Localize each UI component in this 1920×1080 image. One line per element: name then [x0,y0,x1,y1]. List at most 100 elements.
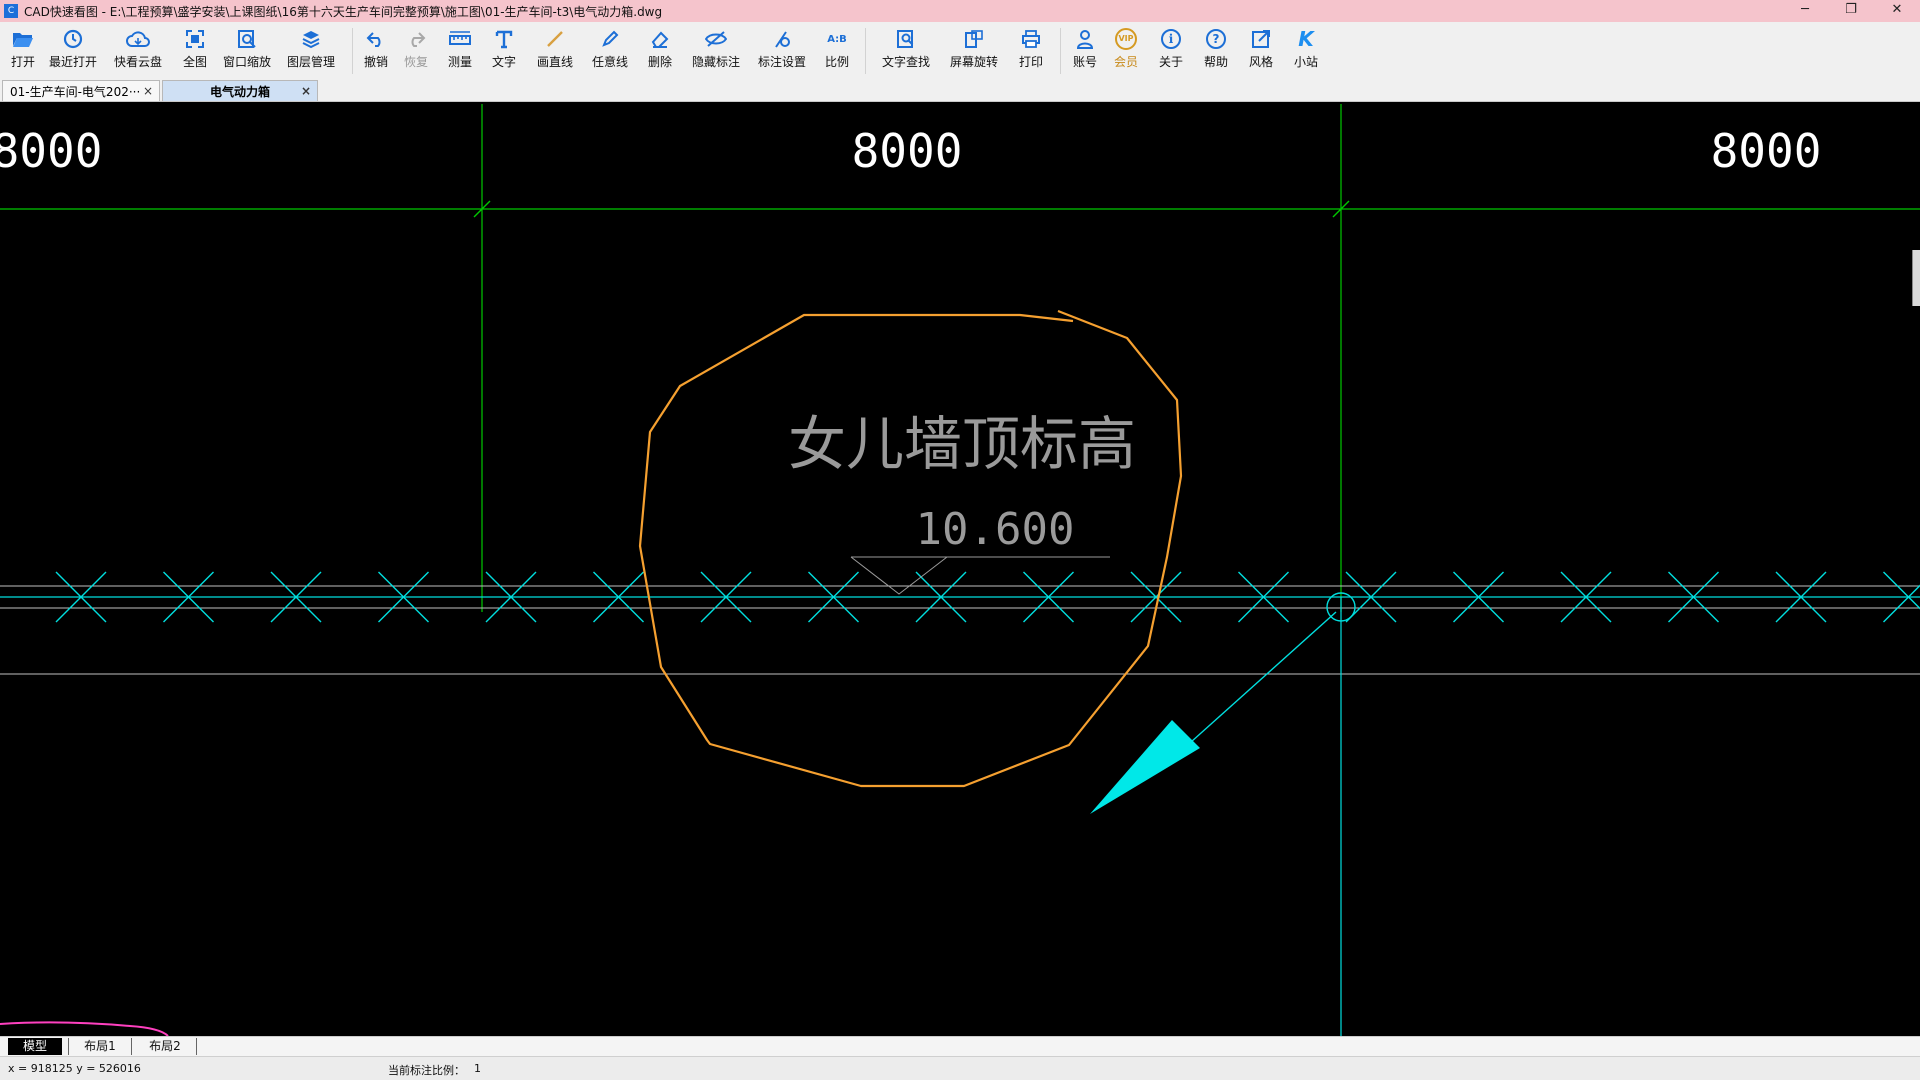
layers-icon [299,27,323,51]
eye-hide-icon [704,27,728,51]
annotation-text: 女儿墙顶标高 [788,410,1136,478]
layers-button[interactable]: 图层管理 [276,25,346,77]
rotate-screen-button[interactable]: 屏幕旋转 [940,25,1008,77]
minimize-button[interactable]: ─ [1782,0,1828,22]
text-icon [492,27,516,51]
about-button[interactable]: i 关于 [1149,25,1193,77]
hide-annotation-label: 隐藏标注 [691,55,740,69]
text-search-button[interactable]: 文字查找 [872,25,940,77]
layers-label: 图层管理 [286,55,335,69]
fit-all-label: 全图 [182,55,207,69]
annotation-scale-label: 当前标注比例： [388,1064,465,1077]
cloud-label: 快看云盘 [113,55,162,69]
annotation-scale-value: 1 [474,1062,481,1075]
toolbar-separator [865,28,866,74]
dimension-label: 8000 [1711,124,1822,178]
elevation-value: 10.600 [916,504,1075,555]
account-button[interactable]: 账号 [1067,25,1103,77]
zoom-window-button[interactable]: 窗口缩放 [218,25,276,77]
scale-button[interactable]: A:B 比例 [815,25,859,77]
drawing-svg: 8000 8000 8000 女儿墙顶标高 10.600 [0,104,1920,1036]
revision-cloud [638,309,1183,788]
help-label: 帮助 [1203,55,1228,69]
window-controls: ─ ❐ ✕ [1782,0,1920,22]
style-icon [1249,27,1273,51]
toolbar-separator [352,28,353,74]
redo-button[interactable]: 恢复 [393,25,439,77]
history-icon [61,27,85,51]
print-button[interactable]: 打印 [1008,25,1054,77]
measure-icon [448,27,472,51]
open-label: 打开 [10,55,35,69]
delete-button[interactable]: 删除 [637,25,683,77]
eraser-icon [648,27,672,51]
tab-close-icon[interactable]: × [301,84,311,98]
status-bar: x = 918125 y = 526016 当前标注比例： 1 [0,1056,1920,1080]
station-button[interactable]: K 小站 [1283,25,1329,77]
dimension-settings-label: 标注设置 [757,55,806,69]
print-label: 打印 [1018,55,1043,69]
freehand-button[interactable]: 任意线 [583,25,637,77]
scroll-handle[interactable] [1912,250,1920,306]
k-logo-icon: K [1294,27,1318,51]
help-icon-text: ? [1206,29,1226,49]
drawing-canvas[interactable]: 8000 8000 8000 女儿墙顶标高 10.600 [0,102,1920,1036]
help-button[interactable]: ? 帮助 [1193,25,1239,77]
restore-button[interactable]: ❐ [1828,0,1874,22]
vip-button[interactable]: VIP 会员 [1103,25,1149,77]
tab-production-workshop[interactable]: 01-生产车间-电气202··· × [2,80,160,101]
text-search-icon [894,27,918,51]
open-button[interactable]: 打开 [4,25,42,77]
arrow-head [1090,720,1200,814]
scale-icon: A:B [825,27,849,51]
about-label: 关于 [1158,55,1183,69]
info-icon: i [1159,27,1183,51]
recent-button[interactable]: 最近打开 [42,25,104,77]
line-label: 画直线 [536,55,573,69]
style-button[interactable]: 风格 [1239,25,1283,77]
printer-icon [1019,27,1043,51]
k-logo-text: K [1298,27,1314,51]
coordinate-readout: x = 918125 y = 526016 [8,1062,141,1075]
rotate-screen-label: 屏幕旋转 [949,55,998,69]
scale-icon-text: A:B [827,33,847,45]
tab-layout-2[interactable]: 布局2 [134,1038,197,1055]
markup-stroke [0,1021,169,1036]
undo-icon [364,27,388,51]
app-logo-icon: C [4,4,18,18]
dimension-settings-icon [770,27,794,51]
scale-label: 比例 [824,55,849,69]
text-button[interactable]: 文字 [481,25,527,77]
fit-all-button[interactable]: 全图 [172,25,218,77]
tab-layout-1[interactable]: 布局1 [68,1038,132,1055]
toolbar-separator [1060,28,1061,74]
wall-lines [0,585,1920,675]
vip-icon: VIP [1114,27,1138,51]
tab-power-box[interactable]: 电气动力箱 × [162,80,318,101]
fit-all-icon [183,27,207,51]
document-tab-bar: 01-生产车间-电气202··· × 电气动力箱 × [0,78,1920,102]
info-icon-text: i [1161,29,1181,49]
line-icon [543,27,567,51]
tab-close-icon[interactable]: × [143,84,153,98]
close-button[interactable]: ✕ [1874,0,1920,22]
vip-icon-text: VIP [1115,28,1137,50]
line-button[interactable]: 画直线 [527,25,583,77]
recent-label: 最近打开 [48,55,97,69]
hide-annotation-button[interactable]: 隐藏标注 [683,25,749,77]
delete-label: 删除 [647,55,672,69]
main-toolbar: 打开 最近打开 快看云盘 全图 窗口缩放 图层管理 撤销 恢复 测量 文字 画直… [0,22,1920,78]
tab-model[interactable]: 模型 [8,1038,62,1055]
vip-label: 会员 [1113,55,1138,69]
undo-button[interactable]: 撤销 [359,25,393,77]
freehand-label: 任意线 [591,55,628,69]
layout-tab-bar: 模型 布局1 布局2 [0,1036,1920,1056]
measure-button[interactable]: 测量 [439,25,481,77]
dimension-settings-button[interactable]: 标注设置 [749,25,815,77]
user-icon [1073,27,1097,51]
cloud-button[interactable]: 快看云盘 [104,25,172,77]
station-label: 小站 [1293,55,1318,69]
style-label: 风格 [1248,55,1273,69]
rotate-screen-icon [962,27,986,51]
pen-icon [598,27,622,51]
